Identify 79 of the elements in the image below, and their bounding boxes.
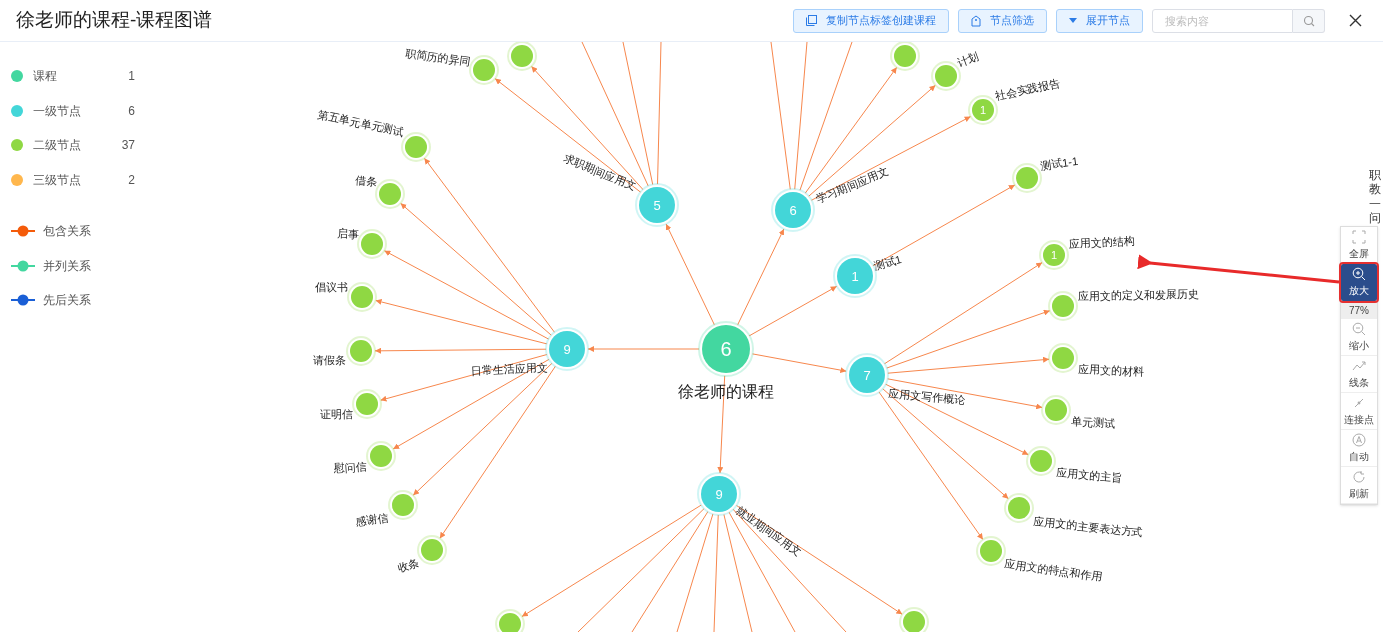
trend-line-icon	[1352, 358, 1366, 373]
legend-count: 1	[127, 68, 135, 86]
graph-node[interactable]	[357, 229, 387, 259]
graph-node[interactable]	[352, 389, 382, 419]
legend-count: 2	[127, 171, 135, 189]
node-label: 证明信	[320, 408, 353, 420]
graph-node[interactable]	[388, 490, 418, 520]
graph-node[interactable]	[507, 41, 537, 71]
graph-node[interactable]	[890, 41, 920, 71]
caret-icon	[1069, 18, 1077, 23]
root-label: 徐老师的课程	[678, 383, 774, 400]
close-icon	[1348, 14, 1362, 27]
legend-label: 一级节点	[33, 102, 82, 120]
node-label: 启事	[336, 227, 360, 240]
node-label: 测试1-1	[1039, 154, 1079, 172]
node-label: 应用文的主要表达方式	[1032, 515, 1144, 539]
node-label: 应用文的主旨	[1055, 466, 1123, 484]
search-icon	[1302, 14, 1315, 27]
tool-button[interactable]: 线条	[1341, 356, 1377, 393]
legend-label: 并列关系	[43, 257, 91, 275]
close-button[interactable]	[1347, 12, 1363, 29]
graph-node[interactable]	[469, 55, 499, 85]
tool-button[interactable]: 自动	[1341, 430, 1377, 467]
toolbar-button[interactable]: 节点筛选	[958, 8, 1047, 33]
node-label: 单元测试	[1070, 415, 1116, 430]
graph-node[interactable]	[1012, 163, 1042, 193]
tag-icon	[971, 14, 981, 27]
node-label: 慰问信	[333, 460, 368, 475]
node-label: 应用文的定义和发展历史	[1077, 287, 1199, 302]
search-field[interactable]: 搜索内容	[1152, 8, 1293, 33]
graph-node[interactable]	[495, 609, 525, 632]
node-label: 学习期间应用文	[814, 164, 891, 205]
graph-node[interactable]	[976, 536, 1006, 566]
graph-node[interactable]	[1041, 395, 1071, 425]
graph-node[interactable]	[346, 336, 376, 366]
zoom-out-icon	[1352, 321, 1366, 336]
graph-node[interactable]	[1048, 343, 1078, 373]
node-label: 应用文的特点和作用	[1003, 557, 1104, 583]
legend-count: 6	[127, 102, 135, 120]
graph-node[interactable]	[366, 441, 396, 471]
toolbar-button[interactable]: 展开节点	[1056, 8, 1143, 33]
graph-node[interactable]	[347, 282, 377, 312]
legend-label: 课程	[33, 68, 58, 86]
node-label: 请假条	[313, 354, 346, 366]
legend-label: 二级节点	[33, 137, 82, 155]
node-label: 收条	[396, 556, 421, 574]
graph-node[interactable]	[1026, 446, 1056, 476]
legend-label: 包含关系	[43, 223, 91, 241]
tool-button[interactable]: 缩小	[1341, 319, 1377, 356]
legend-label: 先后关系	[43, 292, 91, 310]
legend-count: 37	[120, 137, 135, 155]
graph-node[interactable]	[1004, 493, 1034, 523]
node-label: 求职期间应用文	[561, 151, 638, 192]
node-label: 应用文的结构	[1068, 234, 1135, 250]
expand-icon	[1352, 229, 1366, 244]
graph-node[interactable]	[375, 179, 405, 209]
node-label: 倡议书	[315, 281, 348, 293]
tool-button[interactable]: 放大	[1341, 264, 1377, 301]
toolbar-button[interactable]: 复制节点标签创建课程	[793, 8, 949, 33]
graph-node[interactable]	[1048, 291, 1078, 321]
node-label: 借条	[354, 174, 378, 188]
node-label: 第五单元单元测试	[316, 107, 406, 138]
graph-node[interactable]	[899, 607, 929, 632]
graph-node[interactable]	[417, 535, 447, 565]
node-label: 职简历的异同	[404, 46, 472, 68]
refresh-icon	[1352, 469, 1366, 484]
tool-button[interactable]: 连接点	[1341, 393, 1377, 430]
node-label: 应用文的材料	[1077, 363, 1145, 378]
copy-icon	[806, 15, 817, 26]
zoom-in-icon	[1352, 267, 1366, 281]
side-text: 职教一问	[1369, 168, 1381, 226]
search-button[interactable]	[1293, 8, 1325, 33]
page-title: 徐老师的课程-课程图谱	[16, 8, 213, 33]
node-label: 应用文写作概论	[887, 387, 966, 406]
legend-label: 三级节点	[33, 171, 82, 189]
node-label: 计划	[955, 50, 981, 69]
node-label: 感谢信	[354, 511, 390, 528]
tool-button[interactable]: 刷新	[1341, 467, 1377, 504]
circled-a-icon	[1352, 432, 1366, 447]
